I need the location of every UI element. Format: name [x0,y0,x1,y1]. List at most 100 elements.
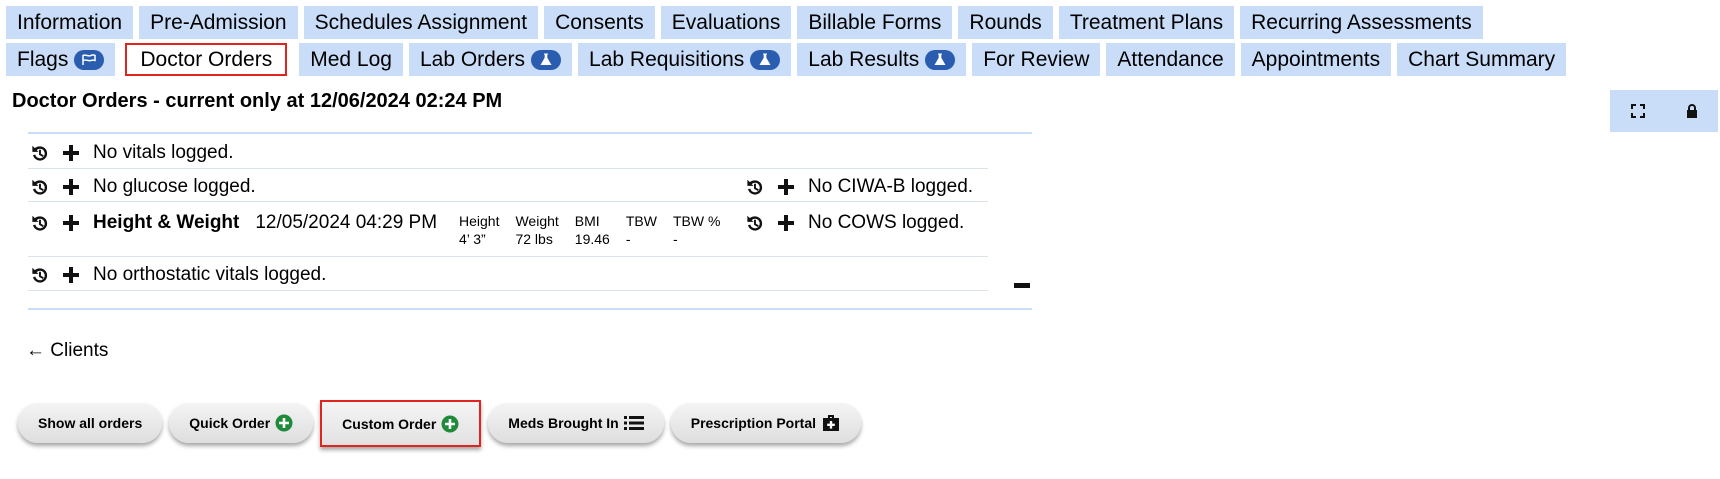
tab-treatment-plans[interactable]: Treatment Plans [1058,6,1235,39]
tab-label: Chart Summary [1408,48,1556,71]
metric-weight: Weight 72 lbs [515,212,558,248]
tab-label: Lab Results [808,48,920,71]
tab-information[interactable]: Information [6,6,134,39]
tab-doctor-orders[interactable]: Doctor Orders [125,43,288,76]
meds-brought-in-button[interactable]: Meds Brought In [488,403,664,443]
tab-attendance[interactable]: Attendance [1106,43,1235,76]
tab-label: Evaluations [671,11,781,34]
metric-value: 72 lbs [515,231,553,247]
tab-label: Lab Orders [419,48,526,71]
custom-order-button[interactable]: Custom Order [320,400,482,447]
plus-icon[interactable] [778,179,794,195]
tab-flags[interactable]: Flags [6,43,116,76]
tab-billable-forms[interactable]: Billable Forms [797,6,953,39]
ciwa-status: No CIWA-B logged. [808,176,974,197]
fullscreen-icon[interactable] [1630,103,1646,119]
row-divider [28,290,988,291]
medical-kit-icon [821,414,841,432]
metric-label: Height [459,213,500,229]
corner-controls [1610,90,1718,132]
panel-top-border [28,132,1032,134]
ciwa-row: No CIWA-B logged. [745,176,973,198]
history-icon[interactable] [30,144,49,163]
glucose-row: No glucose logged. [30,176,256,198]
lock-icon[interactable] [1685,103,1699,119]
tab-lab-results[interactable]: Lab Results [797,43,967,76]
tab-lab-orders[interactable]: Lab Orders [408,43,573,76]
metric-label: TBW [625,213,657,229]
glucose-status: No glucose logged. [93,176,256,197]
tab-evaluations[interactable]: Evaluations [660,6,792,39]
tab-label: Med Log [310,48,392,71]
metric-value: 19.46 [574,231,610,247]
back-to-clients-link[interactable]: ← Clients [26,340,108,362]
quick-order-button[interactable]: Quick Order [169,403,314,443]
row-divider [28,201,988,202]
history-icon[interactable] [745,178,764,197]
flask-icon [750,49,781,70]
history-icon[interactable] [30,178,49,197]
plus-icon[interactable] [63,215,79,231]
tab-med-log[interactable]: Med Log [299,43,403,76]
tab-schedules-assignment[interactable]: Schedules Assignment [303,6,539,39]
plus-icon[interactable] [63,145,79,161]
tab-label: Schedules Assignment [314,11,528,34]
tab-label: Doctor Orders [140,48,273,71]
show-all-orders-button[interactable]: Show all orders [18,403,163,443]
tab-label: Lab Requisitions [589,48,745,71]
page-title: Doctor Orders - current only at 12/06/20… [12,90,503,112]
cows-status: No COWS logged. [808,212,965,233]
tab-consents[interactable]: Consents [544,6,655,39]
plus-icon[interactable] [63,267,79,283]
tab-label: Pre-Admission [150,11,287,34]
tab-label: Attendance [1117,48,1224,71]
height-weight-date: 12/05/2024 04:29 PM [255,212,438,233]
metric-bmi: BMI 19.46 [575,212,610,248]
metric-label: Weight [515,213,559,229]
flask-icon [925,49,956,70]
tab-label: Treatment Plans [1069,11,1224,34]
tab-chart-summary[interactable]: Chart Summary [1397,43,1567,76]
order-actions: Show all orders Quick Order Custom Order… [18,400,868,447]
list-icon [623,415,644,431]
tab-label: For Review [983,48,1090,71]
quick-order-label: Quick Order [189,415,271,431]
tab-rounds[interactable]: Rounds [958,6,1053,39]
tab-label: Consents [555,11,644,34]
panel-bottom-border [28,308,1032,310]
flag-icon [74,49,105,70]
tab-recurring-assessments[interactable]: Recurring Assessments [1240,6,1483,39]
metric-label: TBW % [672,213,721,229]
metric-label: BMI [574,213,600,229]
show-all-orders-label: Show all orders [38,415,143,431]
plus-icon[interactable] [63,179,79,195]
vitals-row: No vitals logged. [30,142,233,164]
meds-brought-in-label: Meds Brought In [508,415,619,431]
tab-appointments[interactable]: Appointments [1240,43,1392,76]
plus-icon[interactable] [778,215,794,231]
tab-pre-admission[interactable]: Pre-Admission [139,6,298,39]
prescription-portal-button[interactable]: Prescription Portal [670,403,861,443]
row-divider [28,256,988,257]
tab-label: Recurring Assessments [1251,11,1472,34]
history-icon[interactable] [30,266,49,285]
tab-label: Information [17,11,123,34]
height-weight-metrics: Height 4’ 3” Weight 72 lbs BMI 19.46 TBW - TBW %… [459,212,736,248]
history-icon[interactable] [745,214,764,233]
metric-height: Height 4’ 3” [459,212,499,248]
metric-tbw-: TBW % - [673,212,720,248]
collapse-icon[interactable] [1014,283,1030,288]
tab-row-primary: Information Pre-Admission Schedules Assign… [6,6,1489,39]
prescription-portal-label: Prescription Portal [690,415,816,431]
orthostatic-status: No orthostatic vitals logged. [93,264,327,285]
vitals-status: No vitals logged. [93,142,234,163]
tab-for-review[interactable]: For Review [972,43,1101,76]
metric-value: - [672,231,678,247]
tab-row-secondary: Flags Doctor Orders Med Log Lab Orders Lab R… [6,43,1572,76]
history-icon[interactable] [30,214,49,233]
tab-label: Billable Forms [808,11,942,34]
tab-label: Appointments [1251,48,1381,71]
tab-lab-requisitions[interactable]: Lab Requisitions [578,43,792,76]
metric-tbw: TBW - [626,212,657,248]
metric-value: 4’ 3” [459,231,486,247]
